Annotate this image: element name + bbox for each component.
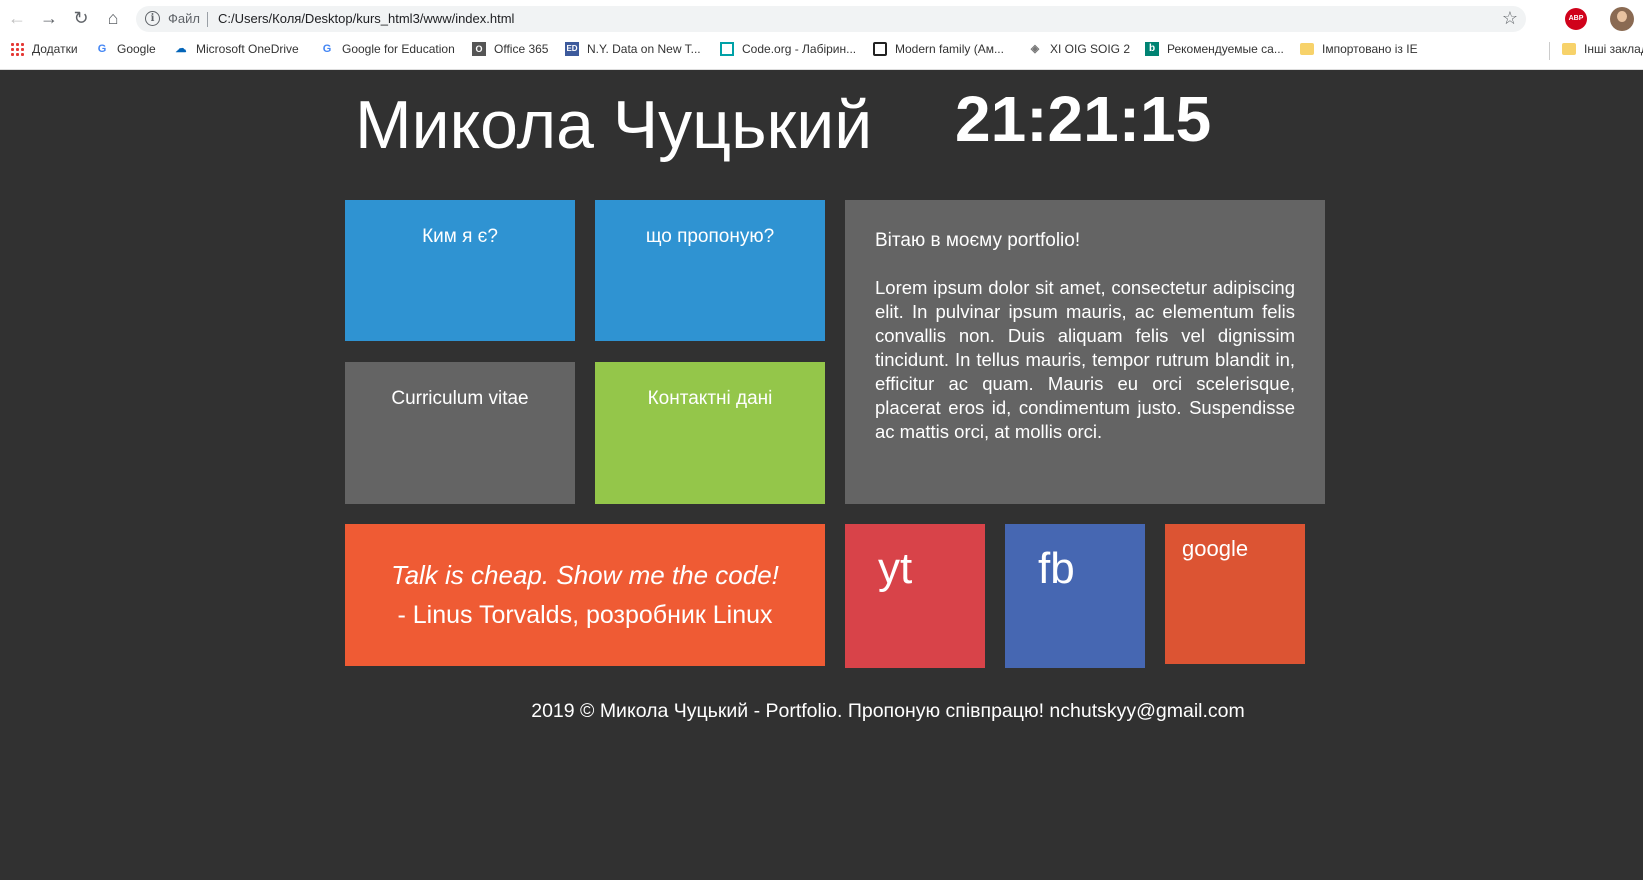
- google-label: google: [1182, 536, 1249, 561]
- tile-about-label: Ким я є?: [422, 226, 498, 247]
- bookmark-xi-oig[interactable]: ◈ XI OIG SOIG 2: [1028, 42, 1130, 56]
- tile-contact-label: Контактні дані: [647, 388, 773, 409]
- bookmark-label: Microsoft OneDrive: [196, 42, 299, 56]
- profile-avatar-icon[interactable]: [1610, 7, 1634, 31]
- onedrive-cloud-icon: ☁: [175, 43, 187, 55]
- youtube-label: yt: [878, 544, 913, 593]
- back-arrow-icon[interactable]: ←: [4, 5, 30, 31]
- welcome-title: Вітаю в моєму portfolio!: [875, 230, 1081, 251]
- tile-offer[interactable]: що пропоную?: [595, 200, 825, 341]
- tile-cv-label: Curriculum vitae: [391, 388, 529, 409]
- apps-grid-icon: [10, 42, 24, 56]
- file-label: Файл: [168, 11, 200, 26]
- code-org-icon: [720, 42, 734, 56]
- forward-arrow-icon[interactable]: →: [36, 5, 62, 31]
- bookmark-google-education[interactable]: G Google for Education: [320, 42, 455, 56]
- bookmark-label: Office 365: [494, 42, 549, 56]
- welcome-text: Lorem ipsum dolor sit amet, consectetur …: [875, 277, 1295, 442]
- welcome-panel: Вітаю в моєму portfolio! Lorem ipsum dol…: [845, 200, 1325, 504]
- office-icon: O: [472, 42, 486, 56]
- shield-icon: ◈: [1030, 43, 1040, 55]
- bookmark-google[interactable]: G Google: [95, 42, 156, 56]
- bookmark-star-icon[interactable]: ☆: [1502, 8, 1518, 29]
- bookmark-label: Додатки: [32, 42, 78, 56]
- bookmark-other[interactable]: Інші заклад: [1562, 42, 1643, 56]
- bookmark-label: Рекомендуемые са...: [1167, 42, 1284, 56]
- folder-icon: [1300, 43, 1314, 55]
- tile-contact[interactable]: Контактні дані: [595, 362, 825, 504]
- bookmark-label: Інші заклад: [1584, 42, 1643, 56]
- bookmark-imported-ie[interactable]: Імпортовано із IE: [1300, 42, 1418, 56]
- quote-author: - Linus Torvalds, розробник Linux: [397, 601, 773, 629]
- bookmark-onedrive[interactable]: ☁ Microsoft OneDrive: [174, 42, 299, 56]
- bookmarks-divider: [1549, 42, 1550, 60]
- youtube-link[interactable]: yt: [845, 524, 985, 668]
- bookmark-label: Google for Education: [342, 42, 455, 56]
- browser-chrome: ← → ↻ ⌂ i Файл C:/Users/Коля/Desktop/kur…: [0, 0, 1643, 70]
- bookmark-ny-data[interactable]: ED N.Y. Data on New T...: [565, 42, 701, 56]
- folder-icon: [1562, 43, 1576, 55]
- bookmark-office365[interactable]: O Office 365: [472, 42, 548, 56]
- tv-icon: [873, 42, 887, 56]
- bookmark-label: Імпортовано із IE: [1322, 42, 1418, 56]
- ed-icon: ED: [565, 42, 579, 56]
- quote-text: Talk is cheap. Show me the code!: [391, 560, 779, 590]
- adblock-icon[interactable]: ABP: [1565, 8, 1587, 30]
- bookmark-code-org[interactable]: Code.org - Лабірин...: [720, 42, 856, 56]
- bookmark-label: Modern family (Ам...: [895, 42, 1004, 56]
- reload-icon[interactable]: ↻: [68, 5, 94, 31]
- address-bar[interactable]: i Файл C:/Users/Коля/Desktop/kurs_html3/…: [136, 6, 1526, 32]
- google-link[interactable]: google: [1165, 524, 1305, 664]
- clock: 21:21:15: [955, 83, 1212, 155]
- address-divider: [207, 12, 208, 27]
- home-icon[interactable]: ⌂: [100, 5, 126, 31]
- facebook-link[interactable]: fb: [1005, 524, 1145, 668]
- bookmark-label: Google: [117, 42, 156, 56]
- info-icon[interactable]: i: [145, 11, 160, 26]
- bookmark-label: Code.org - Лабірин...: [742, 42, 857, 56]
- facebook-label: fb: [1038, 544, 1075, 593]
- quote-panel: Talk is cheap. Show me the code! - Linus…: [345, 524, 825, 666]
- page-title: Микола Чуцький: [355, 87, 873, 163]
- bookmark-apps[interactable]: Додатки: [10, 42, 78, 56]
- bookmark-modern-family[interactable]: Modern family (Ам...: [873, 42, 1004, 56]
- bookmark-recommended[interactable]: b Рекомендуемые са...: [1145, 42, 1284, 56]
- tile-offer-label: що пропоную?: [645, 226, 775, 247]
- google-icon: G: [322, 43, 332, 55]
- url-text[interactable]: C:/Users/Коля/Desktop/kurs_html3/www/ind…: [218, 11, 514, 26]
- chrome-divider: [0, 69, 1643, 70]
- bookmark-label: XI OIG SOIG 2: [1050, 42, 1131, 56]
- tile-cv[interactable]: Curriculum vitae: [345, 362, 575, 504]
- bookmark-label: N.Y. Data on New T...: [587, 42, 701, 56]
- bookmarks-bar: Додатки G Google ☁ Microsoft OneDrive G …: [0, 38, 1643, 64]
- tile-about[interactable]: Ким я є?: [345, 200, 575, 341]
- footer: 2019 © Микола Чуцький - Portfolio. Пропо…: [531, 700, 1245, 722]
- google-icon: G: [97, 43, 107, 55]
- bing-icon: b: [1145, 42, 1159, 56]
